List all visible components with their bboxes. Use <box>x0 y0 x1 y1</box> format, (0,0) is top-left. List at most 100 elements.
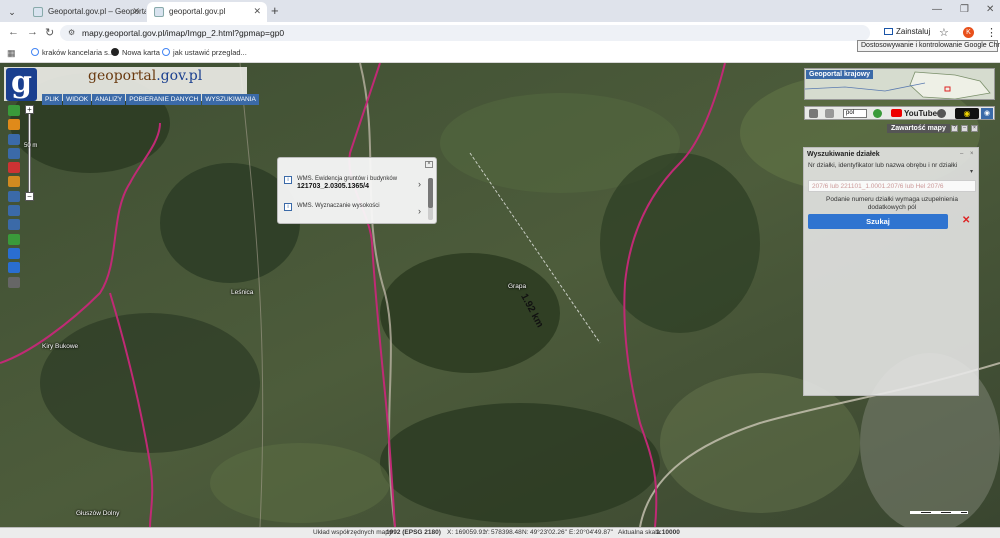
minimize-icon[interactable]: – <box>961 125 968 132</box>
popup-scrollbar[interactable] <box>428 178 433 220</box>
print-icon[interactable] <box>809 109 818 118</box>
browser-tab-bar: ⌄ Geoportal.gov.pl – Geoportal kr ✕ geop… <box>0 0 1000 22</box>
apps-icon[interactable]: ▦ <box>7 48 16 59</box>
search-button[interactable]: Szukaj <box>808 214 948 229</box>
new-tab-button[interactable]: + <box>271 3 279 18</box>
install-button[interactable]: Zainstaluj <box>884 27 931 36</box>
clear-icon[interactable]: ✕ <box>962 215 970 226</box>
y-value: 578398.48 <box>491 529 522 536</box>
info-icon[interactable] <box>8 105 20 116</box>
tab-search-button[interactable]: ⌄ <box>4 4 20 20</box>
back-icon[interactable]: ← <box>8 26 19 38</box>
globe-icon[interactable] <box>8 233 20 245</box>
bookmark-item[interactable]: Nowa karta <box>111 48 160 57</box>
close-icon[interactable]: × <box>425 161 433 168</box>
logo-suffix: .gov.pl <box>156 68 203 84</box>
map-toolbar <box>8 105 22 291</box>
help-icon[interactable] <box>873 109 882 118</box>
zoom-in-icon[interactable] <box>8 205 20 217</box>
overview-title: Geoportal krajowy <box>806 70 874 79</box>
bookmark-label: jak ustawić przeglad... <box>173 48 247 57</box>
chevron-right-icon[interactable]: › <box>418 179 421 189</box>
e-label: E: <box>569 529 576 536</box>
zoom-in-button[interactable]: + <box>25 105 34 114</box>
menu-item-pobieranie[interactable]: POBIERANIE DANYCH <box>126 94 202 105</box>
place-label: Grapa <box>508 283 527 290</box>
info-icon: i <box>284 203 292 211</box>
coordinates-icon[interactable] <box>8 190 20 202</box>
layers-icon[interactable] <box>8 119 20 131</box>
search-panel-title: Wyszukiwanie działek <box>807 151 880 158</box>
zoom-control: + − <box>25 105 36 205</box>
legend-icon[interactable] <box>8 133 20 145</box>
main-menu: PLIK WIDOK ANALIZY POBIERANIE DANYCH WYSZUKI… <box>42 88 260 105</box>
popup-item-label: WMS. Ewidencja gruntów i budynków <box>297 176 398 182</box>
site-info-icon[interactable]: ⚙ <box>68 28 75 37</box>
n-label: N: <box>522 529 529 536</box>
menu-item-plik[interactable]: PLIK <box>42 94 63 105</box>
draw-icon[interactable] <box>8 176 20 188</box>
menu-item-wyszukiwania[interactable]: WYSZUKIWANIA <box>202 94 259 105</box>
eye-icon[interactable]: ◉ <box>981 108 993 119</box>
close-icon[interactable]: × <box>971 125 978 132</box>
measure-icon[interactable] <box>8 147 20 159</box>
favicon-icon <box>154 7 164 17</box>
tab-geoportal[interactable]: geoportal.gov.pl ✕ <box>147 2 267 22</box>
favicon-icon <box>33 7 43 17</box>
bookmark-label: kraków kancelaria s... <box>42 48 115 57</box>
scrollbar-thumb[interactable] <box>428 178 433 208</box>
bookmark-item[interactable]: jak ustawić przeglad... <box>162 48 247 57</box>
parcel-search-input[interactable]: 207/6 lub 221101_1.0001.207/6 lub Hel 20… <box>808 180 976 192</box>
chrome-menu-tooltip: Dostosowywanie i kontrolowanie Google Ch… <box>857 40 1000 52</box>
back-icon[interactable] <box>8 247 20 259</box>
help-icon[interactable]: ? <box>951 125 958 132</box>
restore-icon[interactable]: ❐ <box>960 4 969 15</box>
scale-label: Aktualna skala <box>618 529 661 536</box>
zoom-slider[interactable] <box>28 114 31 192</box>
menu-item-analizy[interactable]: ANALIZY <box>92 94 126 105</box>
close-icon[interactable]: × <box>970 151 974 157</box>
grid-icon[interactable] <box>825 109 834 118</box>
url-text: mapy.geoportal.gov.pl/imap/Imgp_2.html?g… <box>82 28 285 38</box>
map-content-tab[interactable]: Zawartość mapy <box>887 124 950 133</box>
zoom-out-button[interactable]: − <box>25 192 34 201</box>
status-bar: Układ współrzędnych mapy 1992 (EPSG 2180… <box>0 527 1000 538</box>
settings-icon[interactable] <box>8 276 20 288</box>
bookmark-star-icon[interactable]: ☆ <box>939 26 949 39</box>
youtube-icon <box>891 109 902 117</box>
tab-label: Geoportal.gov.pl – Geoportal kr <box>48 7 146 16</box>
tab-geoportal-krajowy[interactable]: Geoportal.gov.pl – Geoportal kr ✕ <box>26 2 146 22</box>
zoom-out-icon[interactable] <box>8 219 20 231</box>
chevron-down-icon[interactable]: ▾ <box>970 168 973 175</box>
bookmarks-bar: ▦ kraków kancelaria s... Nowa karta jak … <box>0 44 1000 63</box>
url-input[interactable]: ⚙ mapy.geoportal.gov.pl/imap/Imgp_2.html… <box>60 25 870 41</box>
close-icon[interactable]: ✕ <box>253 6 261 17</box>
forward-icon[interactable] <box>8 262 20 274</box>
right-toolbar: pol YouTube ◉ ◉ <box>804 106 995 120</box>
menu-item-widok[interactable]: WIDOK <box>63 94 92 105</box>
n-value: 49°23'02.26" <box>530 529 567 536</box>
clear-icon[interactable] <box>8 162 20 174</box>
profile-avatar[interactable]: K <box>963 27 974 38</box>
accessibility-eye-button[interactable]: ◉ <box>955 108 979 119</box>
chrome-menu-icon[interactable]: ⋮ <box>986 26 997 39</box>
tab-label: geoportal.gov.pl <box>169 7 226 16</box>
minimize-icon[interactable]: — <box>932 4 942 15</box>
x-value: 169059.91 <box>455 529 486 536</box>
bookmark-item[interactable]: kraków kancelaria s... <box>31 48 114 57</box>
parcel-search-panel: Wyszukiwanie działek – × Nr działki, ide… <box>803 147 979 396</box>
geoportal-logo[interactable]: g <box>6 68 37 101</box>
bookmark-favicon-icon <box>111 48 119 56</box>
close-icon[interactable]: ✕ <box>132 6 140 17</box>
settings-icon[interactable] <box>937 109 946 118</box>
youtube-link[interactable]: YouTube <box>891 109 937 118</box>
reload-icon[interactable]: ↻ <box>45 26 54 39</box>
language-select[interactable]: pol <box>843 109 867 118</box>
forward-icon[interactable]: → <box>27 26 38 38</box>
chevron-right-icon[interactable]: › <box>418 206 421 216</box>
logo-mid: portal <box>113 68 157 84</box>
zoom-scale-label: 50 m <box>24 143 38 149</box>
feature-info-popup: × i WMS. Ewidencja gruntów i budynków 12… <box>277 157 437 224</box>
window-close-icon[interactable]: ✕ <box>986 4 994 15</box>
minimize-icon[interactable]: – <box>960 151 963 157</box>
